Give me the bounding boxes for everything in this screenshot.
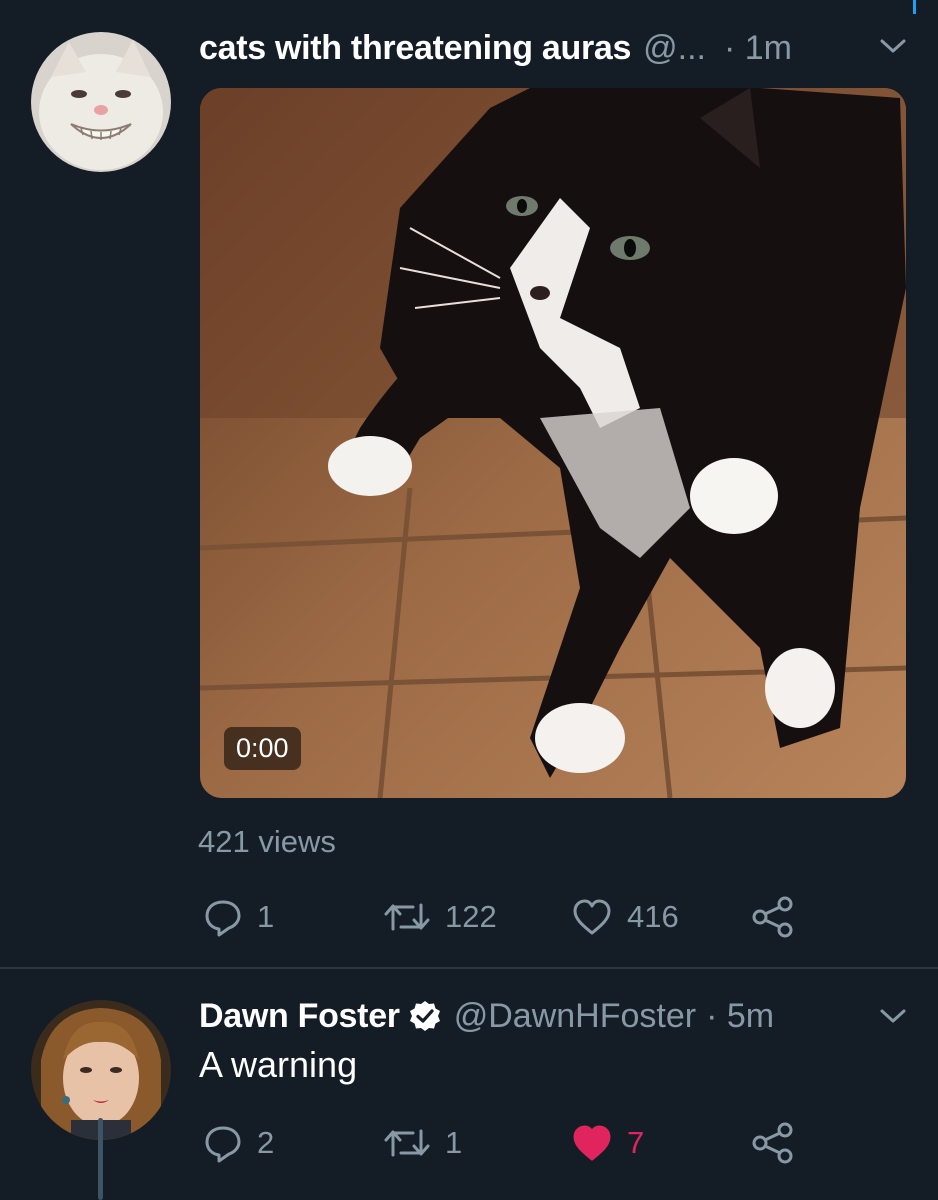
view-count: 421 views <box>198 824 336 859</box>
reply-button[interactable]: 1 <box>203 892 274 942</box>
author-handle[interactable]: @... <box>643 29 706 68</box>
verified-badge-icon <box>409 1001 440 1031</box>
reply-count: 1 <box>257 899 275 934</box>
tweet-card[interactable]: Dawn Foster @DawnHFoster · 5m A warning … <box>0 970 938 1200</box>
heart-icon <box>573 899 611 935</box>
tweet-header: cats with threatening auras @... · 1m <box>199 26 908 70</box>
like-button[interactable]: 416 <box>571 892 679 942</box>
retweet-count: 1 <box>445 1125 463 1160</box>
chevron-down-icon[interactable] <box>878 36 908 56</box>
reply-button[interactable]: 2 <box>203 1118 274 1168</box>
tweet-timestamp[interactable]: · 1m <box>724 29 792 68</box>
like-count: 416 <box>627 899 679 934</box>
tweet-actions: 2 1 7 <box>199 1118 839 1168</box>
tweet-timestamp[interactable]: · 5m <box>706 997 774 1036</box>
video-thumbnail <box>200 88 906 798</box>
share-button[interactable] <box>751 892 795 942</box>
video-player[interactable]: 0:00 <box>200 88 906 798</box>
tweet-actions: 1 122 416 <box>199 892 839 942</box>
author-handle[interactable]: @DawnHFoster <box>454 997 696 1036</box>
retweet-button[interactable]: 122 <box>383 892 497 942</box>
share-button[interactable] <box>751 1118 795 1168</box>
share-icon <box>752 1122 793 1164</box>
tweet-divider <box>0 967 938 969</box>
tweet-card[interactable]: cats with threatening auras @... · 1m 0:… <box>0 0 938 968</box>
reply-icon <box>205 900 241 937</box>
like-button[interactable]: 7 <box>571 1118 644 1168</box>
retweet-count: 122 <box>445 899 497 934</box>
tweet-header: Dawn Foster @DawnHFoster · 5m <box>199 994 908 1038</box>
tweet-text: A warning <box>199 1044 358 1085</box>
like-count: 7 <box>627 1125 645 1160</box>
thread-line <box>98 1118 103 1200</box>
retweet-icon <box>384 903 430 931</box>
reply-count: 2 <box>257 1125 275 1160</box>
author-name[interactable]: Dawn Foster <box>199 997 400 1036</box>
video-time-badge: 0:00 <box>224 727 301 770</box>
heart-icon <box>573 1125 611 1161</box>
share-icon <box>752 896 793 938</box>
reply-icon <box>205 1126 241 1163</box>
author-name[interactable]: cats with threatening auras <box>199 29 631 68</box>
retweet-icon <box>384 1129 430 1157</box>
retweet-button[interactable]: 1 <box>383 1118 462 1168</box>
chevron-down-icon[interactable] <box>878 1006 908 1026</box>
avatar[interactable] <box>31 32 171 172</box>
